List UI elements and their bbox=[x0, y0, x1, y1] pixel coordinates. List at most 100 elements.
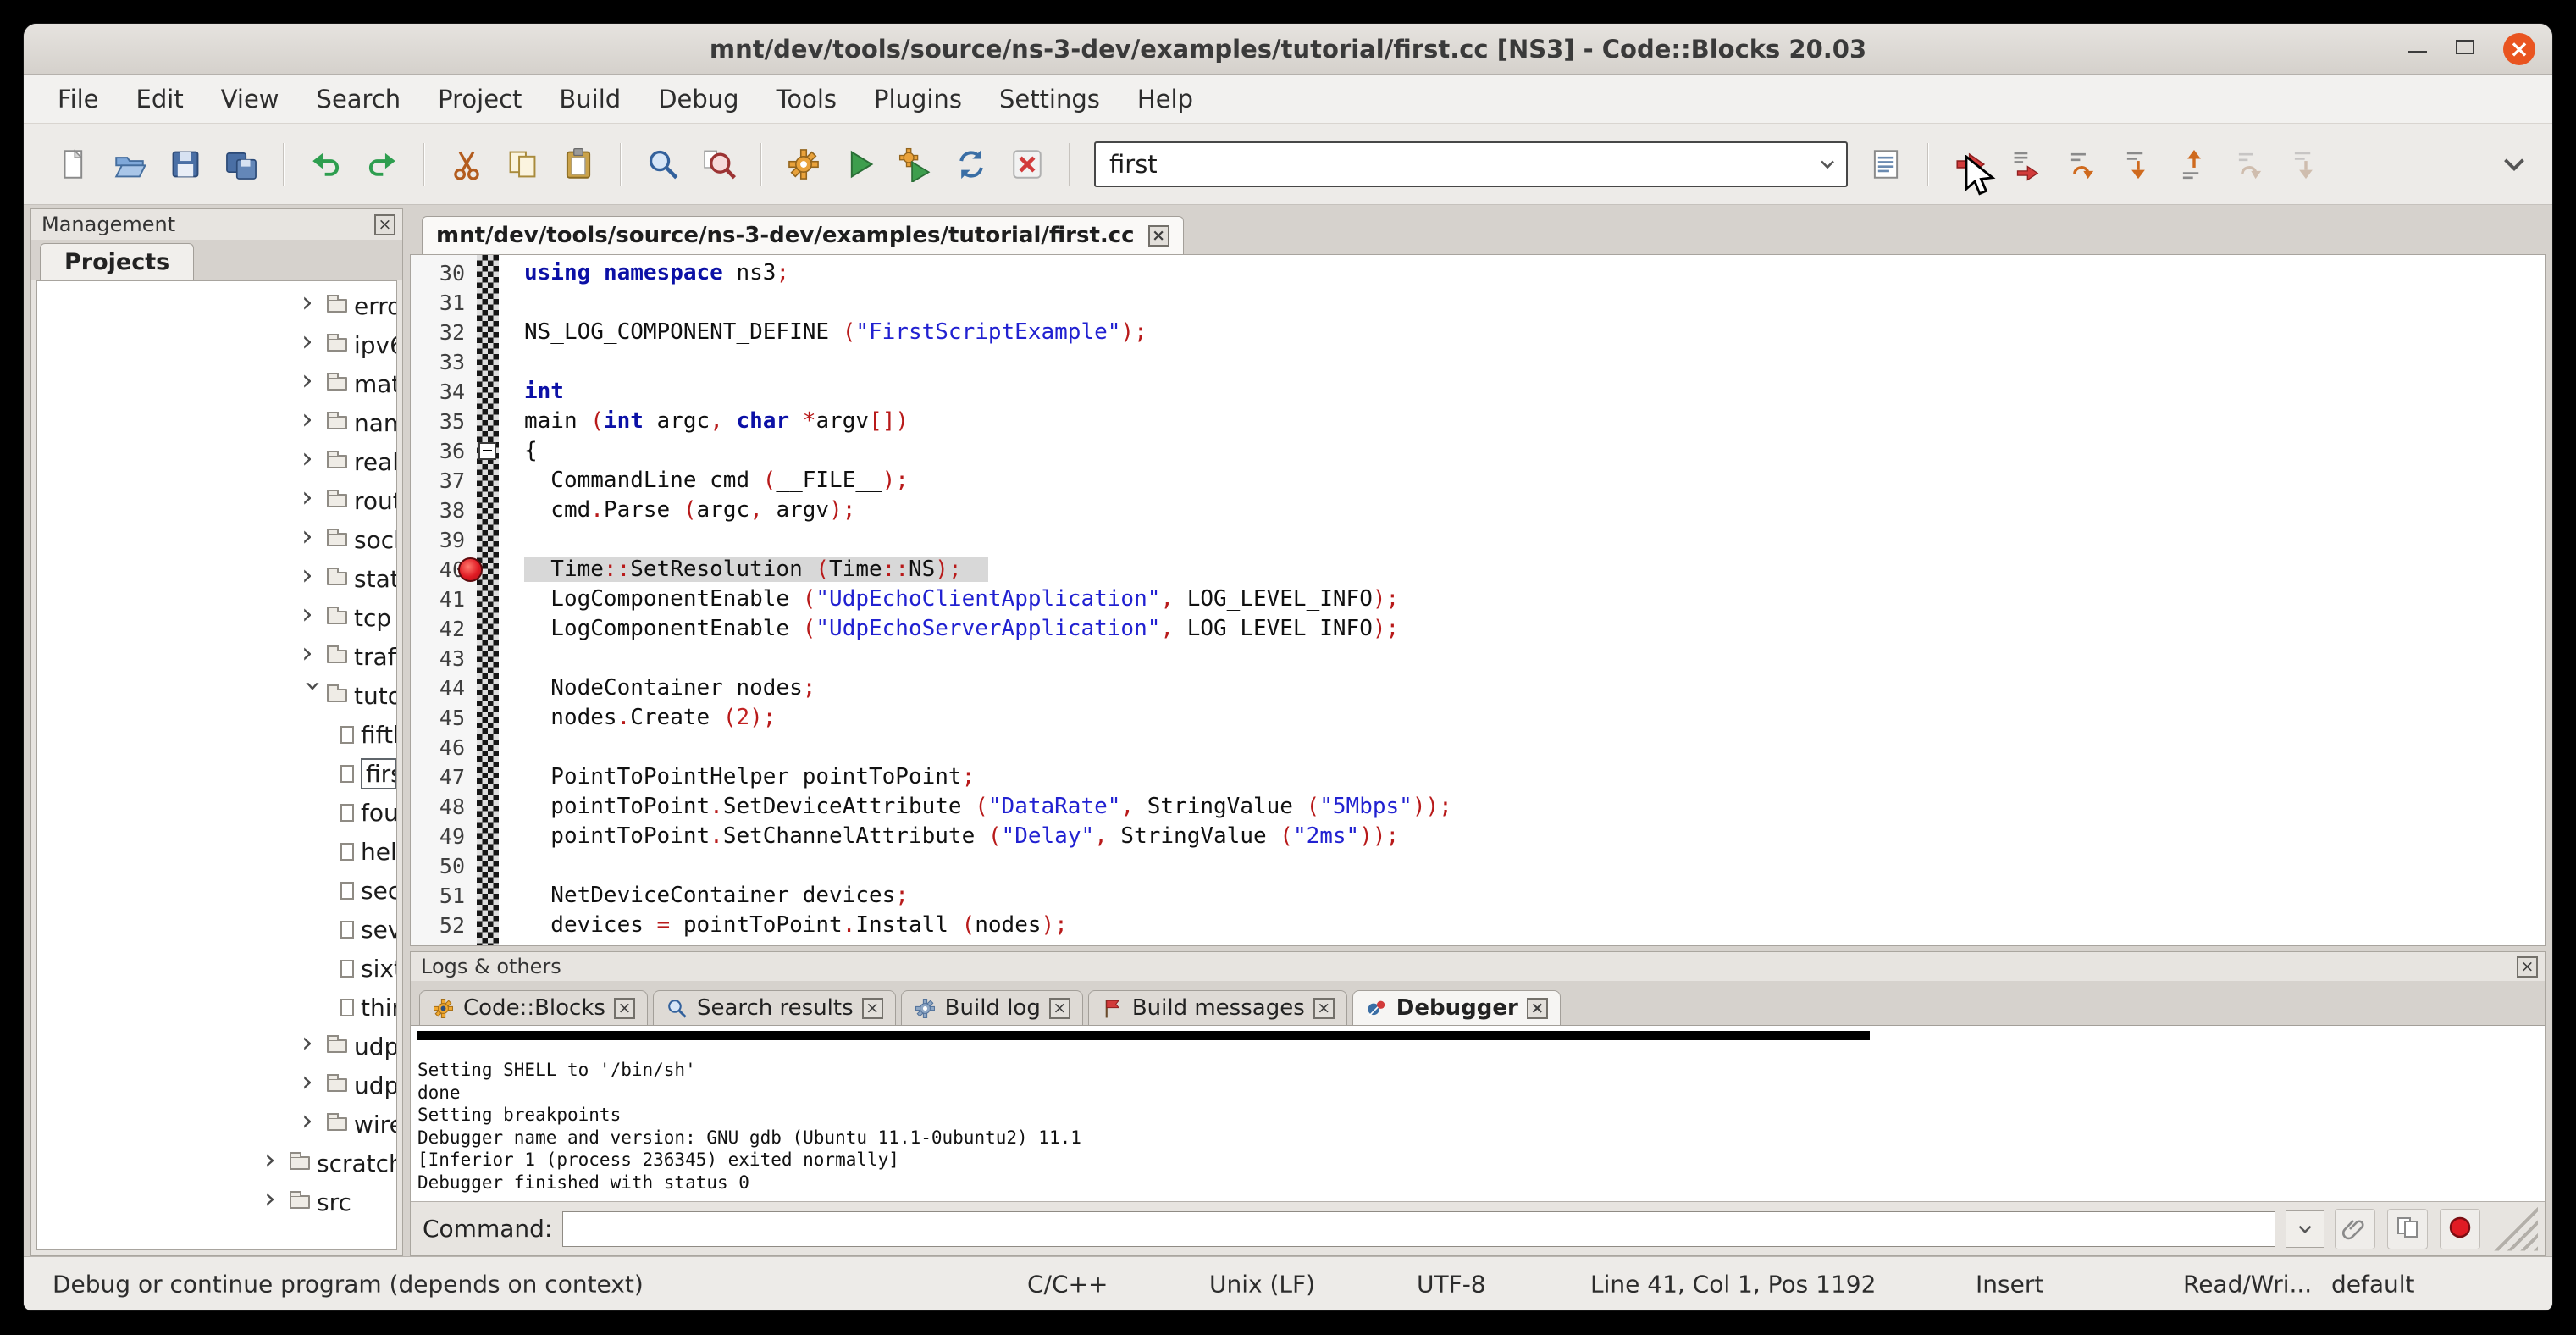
line-number[interactable]: 30 bbox=[411, 258, 477, 288]
rebuild-button[interactable] bbox=[947, 140, 996, 189]
next-instruction-button[interactable] bbox=[2225, 140, 2275, 189]
log-tab-close-icon[interactable]: × bbox=[1527, 998, 1548, 1019]
build-button[interactable] bbox=[779, 140, 828, 189]
menu-settings[interactable]: Settings bbox=[981, 85, 1119, 114]
tree-item-realtime[interactable]: ›realtime bbox=[37, 442, 396, 481]
line-number[interactable]: 41 bbox=[411, 584, 477, 614]
chevron-collapsed-icon[interactable]: › bbox=[301, 444, 325, 473]
logs-close-icon[interactable]: × bbox=[2517, 956, 2538, 978]
chevron-collapsed-icon[interactable]: › bbox=[301, 561, 325, 590]
log-tab-build-log[interactable]: Build log× bbox=[901, 990, 1083, 1025]
menu-view[interactable]: View bbox=[202, 85, 298, 114]
code-line[interactable]: 51 NetDeviceContainer devices; bbox=[411, 881, 2545, 911]
paste-button[interactable] bbox=[554, 140, 603, 189]
tree-item-routing[interactable]: ›routing bbox=[37, 481, 396, 520]
line-number[interactable]: 39 bbox=[411, 525, 477, 555]
code-line[interactable]: 44 NodeContainer nodes; bbox=[411, 673, 2545, 703]
code-line[interactable]: 50 bbox=[411, 851, 2545, 881]
code-line[interactable]: 42 LogComponentEnable ("UdpEchoServerApp… bbox=[411, 614, 2545, 644]
tree-item-tutorial[interactable]: ›tutorial bbox=[37, 676, 396, 715]
abort-build-button[interactable] bbox=[1003, 140, 1052, 189]
chevron-collapsed-icon[interactable]: › bbox=[301, 288, 325, 317]
resize-grip[interactable] bbox=[2494, 1207, 2538, 1251]
undo-button[interactable] bbox=[301, 140, 351, 189]
code-line[interactable]: 34int bbox=[411, 377, 2545, 407]
menu-debug[interactable]: Debug bbox=[639, 85, 757, 114]
step-into-button[interactable] bbox=[2114, 140, 2163, 189]
line-number[interactable]: 34 bbox=[411, 377, 477, 407]
code-line[interactable]: 49 pointToPoint.SetChannelAttribute ("De… bbox=[411, 822, 2545, 851]
chevron-collapsed-icon[interactable]: › bbox=[264, 1145, 288, 1174]
code-line[interactable]: 31 bbox=[411, 288, 2545, 318]
chevron-collapsed-icon[interactable]: › bbox=[301, 1106, 325, 1135]
line-number[interactable]: 36 bbox=[411, 436, 477, 466]
line-number[interactable]: 37 bbox=[411, 466, 477, 496]
log-tab-code-blocks[interactable]: Code::Blocks× bbox=[419, 990, 648, 1025]
command-history-dropdown[interactable] bbox=[2286, 1210, 2324, 1248]
debug-continue-button[interactable] bbox=[1946, 140, 1995, 189]
tree-item-naming[interactable]: ›naming bbox=[37, 403, 396, 442]
code-line[interactable]: 39 bbox=[411, 525, 2545, 555]
tree-item-ipv6[interactable]: ›ipv6 bbox=[37, 325, 396, 364]
menu-file[interactable]: File bbox=[39, 85, 118, 114]
save-file-button[interactable] bbox=[161, 140, 210, 189]
chevron-collapsed-icon[interactable]: › bbox=[301, 327, 325, 356]
tree-item-scratch[interactable]: ›scratch bbox=[37, 1144, 396, 1183]
code-line[interactable]: 37 CommandLine cmd (__FILE__); bbox=[411, 466, 2545, 496]
tree-item-seventh-cc[interactable]: seventh.cc bbox=[37, 910, 396, 949]
tab-projects[interactable]: Projects bbox=[40, 243, 194, 280]
code-line[interactable]: 36{ bbox=[411, 436, 2545, 466]
new-file-button[interactable] bbox=[49, 140, 98, 189]
copy-button[interactable] bbox=[498, 140, 547, 189]
menu-tools[interactable]: Tools bbox=[758, 85, 855, 114]
line-number[interactable]: 45 bbox=[411, 703, 477, 733]
code-line[interactable]: 32NS_LOG_COMPONENT_DEFINE ("FirstScriptE… bbox=[411, 318, 2545, 347]
log-tab-close-icon[interactable]: × bbox=[1313, 998, 1335, 1019]
chevron-collapsed-icon[interactable]: › bbox=[301, 639, 325, 668]
save-all-button[interactable] bbox=[217, 140, 266, 189]
code-line[interactable]: 48 pointToPoint.SetDeviceAttribute ("Dat… bbox=[411, 792, 2545, 822]
tree-item-stats[interactable]: ›stats bbox=[37, 559, 396, 598]
tree-item-udp-client-server[interactable]: ›udp-client-server bbox=[37, 1066, 396, 1105]
line-number[interactable]: 48 bbox=[411, 792, 477, 822]
titlebar[interactable]: mnt/dev/tools/source/ns-3-dev/examples/t… bbox=[24, 24, 2552, 75]
fold-marker[interactable] bbox=[478, 442, 496, 460]
line-number[interactable]: 44 bbox=[411, 673, 477, 703]
code-line[interactable]: 41 LogComponentEnable ("UdpEchoClientApp… bbox=[411, 584, 2545, 614]
code-line[interactable]: 47 PointToPointHelper pointToPoint; bbox=[411, 762, 2545, 792]
run-to-cursor-button[interactable] bbox=[2002, 140, 2051, 189]
tree-item-fifth-cc[interactable]: fifth.cc bbox=[37, 715, 396, 754]
tree-item-third-cc[interactable]: third.cc bbox=[37, 988, 396, 1027]
next-line-button[interactable] bbox=[2058, 140, 2107, 189]
line-number[interactable]: 49 bbox=[411, 822, 477, 851]
cut-button[interactable] bbox=[442, 140, 491, 189]
line-number[interactable]: 38 bbox=[411, 496, 477, 525]
line-number[interactable]: 50 bbox=[411, 851, 477, 881]
tree-item-traffic-control[interactable]: ›traffic-control bbox=[37, 637, 396, 676]
menu-plugins[interactable]: Plugins bbox=[855, 85, 981, 114]
line-number[interactable]: 42 bbox=[411, 614, 477, 644]
chevron-collapsed-icon[interactable]: › bbox=[301, 366, 325, 395]
tree-item-first-cc[interactable]: first.cc bbox=[37, 754, 396, 793]
build-target-select[interactable]: first bbox=[1094, 141, 1848, 187]
log-tab-close-icon[interactable]: × bbox=[614, 998, 635, 1019]
code-editor[interactable]: 30using namespace ns3;3132NS_LOG_COMPONE… bbox=[410, 254, 2546, 946]
minimize-button[interactable] bbox=[2408, 41, 2427, 57]
stop-debugger-button[interactable] bbox=[2440, 1209, 2480, 1249]
chevron-collapsed-icon[interactable]: › bbox=[264, 1184, 288, 1213]
tree-item-fourth-cc[interactable]: fourth.cc bbox=[37, 793, 396, 832]
step-into-instruction-button[interactable] bbox=[2281, 140, 2330, 189]
menu-project[interactable]: Project bbox=[419, 85, 540, 114]
tree-item-src[interactable]: ›src bbox=[37, 1183, 396, 1221]
tree-item-error-model[interactable]: ›error-model bbox=[37, 286, 396, 325]
find-button[interactable] bbox=[638, 140, 688, 189]
chevron-collapsed-icon[interactable]: › bbox=[301, 405, 325, 434]
log-tab-search-results[interactable]: Search results× bbox=[653, 990, 896, 1025]
chevron-collapsed-icon[interactable]: › bbox=[301, 600, 325, 629]
build-and-run-button[interactable] bbox=[891, 140, 940, 189]
line-number[interactable]: 31 bbox=[411, 288, 477, 318]
line-number[interactable]: 52 bbox=[411, 911, 477, 940]
build-target-options-button[interactable] bbox=[1861, 140, 1910, 189]
code-line[interactable]: 40 Time::SetResolution (Time::NS); bbox=[411, 555, 2545, 584]
line-number[interactable]: 47 bbox=[411, 762, 477, 792]
